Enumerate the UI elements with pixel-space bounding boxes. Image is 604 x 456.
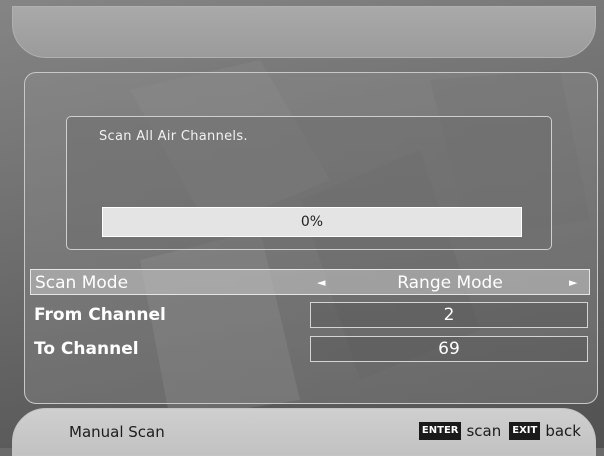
- to-channel-row: To Channel 69: [30, 336, 590, 362]
- from-channel-field[interactable]: 2: [310, 302, 588, 328]
- key-hints: ENTER scan EXIT back: [418, 421, 581, 441]
- footer-help-bar: Manual Scan ENTER scan EXIT back: [12, 408, 596, 456]
- right-arrow-icon[interactable]: ►: [569, 270, 577, 296]
- scan-progress-bar: 0%: [102, 207, 522, 237]
- scan-progress-label: 0%: [300, 214, 324, 230]
- from-channel-label: From Channel: [34, 305, 166, 325]
- enter-key-action: scan: [466, 422, 502, 440]
- exit-key-badge: EXIT: [509, 422, 541, 440]
- page-title: Manual Scan: [69, 423, 165, 441]
- top-header-panel: [12, 6, 596, 58]
- scan-info-box: Scan All Air Channels. 0%: [66, 116, 552, 250]
- scan-mode-row[interactable]: Scan Mode ◄ Range Mode ►: [30, 269, 590, 295]
- scan-status-message: Scan All Air Channels.: [99, 129, 248, 144]
- scan-mode-label: Scan Mode: [35, 273, 129, 293]
- left-arrow-icon[interactable]: ◄: [317, 270, 325, 296]
- scan-mode-value: Range Mode: [397, 273, 503, 293]
- enter-key-badge: ENTER: [418, 422, 462, 440]
- exit-key-action: back: [545, 422, 581, 440]
- from-channel-row: From Channel 2: [30, 302, 590, 328]
- to-channel-field[interactable]: 69: [310, 336, 588, 362]
- to-channel-label: To Channel: [34, 339, 139, 359]
